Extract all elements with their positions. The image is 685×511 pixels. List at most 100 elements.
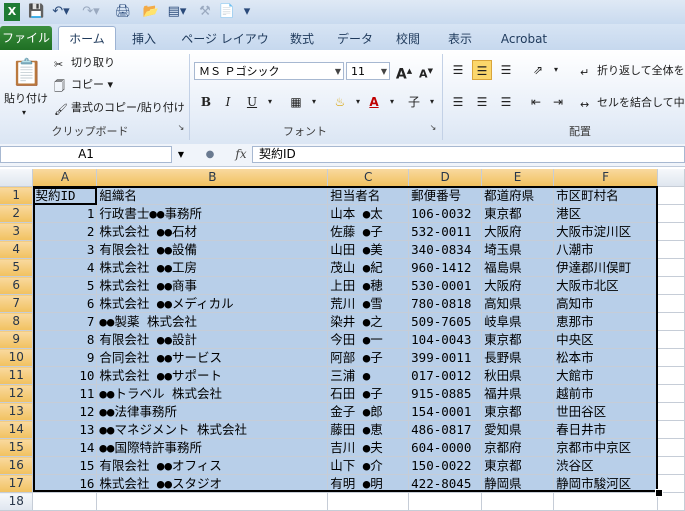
name-box[interactable]: A1 <box>0 146 172 163</box>
cell-e15[interactable]: 京都府 <box>481 438 555 457</box>
column-header-b[interactable]: B <box>96 169 329 187</box>
format-painter-button[interactable]: 🖌 書式のコピー/貼り付け <box>54 99 185 117</box>
fill-color-button[interactable]: ♨ <box>330 92 350 112</box>
cell-f1[interactable]: 市区町村名 <box>553 186 658 205</box>
cell-e3[interactable]: 大阪府 <box>481 222 555 241</box>
cell-e5[interactable]: 福島県 <box>481 258 555 277</box>
cell-f17[interactable]: 静岡市駿河区 <box>553 474 658 493</box>
cell-d11[interactable]: 017-0012 <box>408 366 483 385</box>
cell-e8[interactable]: 岐阜県 <box>481 312 555 331</box>
column-header-f[interactable]: F <box>553 169 658 187</box>
row-header[interactable]: 16 <box>0 456 34 475</box>
cell-e14[interactable]: 愛知県 <box>481 420 555 439</box>
cell-f4[interactable]: 八潮市 <box>553 240 658 259</box>
row-header[interactable]: 9 <box>0 330 34 349</box>
cell-c2[interactable]: 山本 ●太 <box>327 204 410 223</box>
cell-f7[interactable]: 高知市 <box>553 294 658 313</box>
cell-b13[interactable]: ●●法律事務所 <box>96 402 329 421</box>
row-header[interactable]: 6 <box>0 276 34 295</box>
row-header[interactable]: 7 <box>0 294 34 313</box>
row-header[interactable]: 2 <box>0 204 34 223</box>
cell-f3[interactable]: 大阪市淀川区 <box>553 222 658 241</box>
cell-f8[interactable]: 恵那市 <box>553 312 658 331</box>
align-top-button[interactable]: ☰ <box>448 60 468 80</box>
cell-a13[interactable]: 12 <box>32 402 98 421</box>
wrap-text-button[interactable]: ↵ 折り返して全体を <box>580 62 685 80</box>
row-header[interactable]: 14 <box>0 420 34 439</box>
cell-a7[interactable]: 6 <box>32 294 98 313</box>
cell-a1[interactable]: 契約ID <box>32 186 98 205</box>
cell-filler[interactable] <box>657 330 685 349</box>
name-box-dropdown-icon[interactable]: ▼ <box>174 147 188 162</box>
cell-a18[interactable] <box>32 492 98 511</box>
clipboard-launcher-icon[interactable]: ↘ <box>176 123 186 132</box>
cell-d12[interactable]: 915-0885 <box>408 384 483 403</box>
cell-filler[interactable] <box>657 420 685 439</box>
decrease-indent-button[interactable]: ⇤ <box>526 92 546 112</box>
shrink-font-button[interactable]: A▼ <box>416 61 436 81</box>
cell-b6[interactable]: 株式会社 ●●商事 <box>96 276 329 295</box>
cell-a16[interactable]: 15 <box>32 456 98 475</box>
tools-icon[interactable]: ⚒ <box>196 3 214 21</box>
cell-d8[interactable]: 509-7605 <box>408 312 483 331</box>
cell-filler[interactable] <box>657 276 685 295</box>
spreadsheet-grid[interactable]: A B C D E F 1 契約ID 組織名 担当者名 郵便番号 都道府県 市区町村名 2 1 行政書士●●事… <box>0 167 685 511</box>
increase-indent-button[interactable]: ⇥ <box>548 92 568 112</box>
row-header[interactable]: 17 <box>0 474 34 493</box>
cell-f18[interactable] <box>553 492 658 511</box>
row-header[interactable]: 8 <box>0 312 34 331</box>
cell-e13[interactable]: 東京都 <box>481 402 555 421</box>
cell-filler[interactable] <box>657 456 685 475</box>
cell-f11[interactable]: 大館市 <box>553 366 658 385</box>
cell-a9[interactable]: 8 <box>32 330 98 349</box>
cell-a11[interactable]: 10 <box>32 366 98 385</box>
cell-c10[interactable]: 阿部 ●子 <box>327 348 410 367</box>
row-header[interactable]: 18 <box>0 492 34 511</box>
cell-filler[interactable] <box>657 204 685 223</box>
cell-b3[interactable]: 株式会社 ●●石材 <box>96 222 329 241</box>
cell-d3[interactable]: 532-0011 <box>408 222 483 241</box>
row-header[interactable]: 10 <box>0 348 34 367</box>
cell-c8[interactable]: 染井 ●之 <box>327 312 410 331</box>
cell-e6[interactable]: 大阪府 <box>481 276 555 295</box>
cell-e2[interactable]: 東京都 <box>481 204 555 223</box>
cell-f9[interactable]: 中央区 <box>553 330 658 349</box>
cell-c1[interactable]: 担当者名 <box>327 186 410 205</box>
cell-d1[interactable]: 郵便番号 <box>408 186 483 205</box>
cell-a2[interactable]: 1 <box>32 204 98 223</box>
phonetic-button[interactable]: 子 <box>404 92 424 112</box>
cell-b10[interactable]: 合同会社 ●●サービス <box>96 348 329 367</box>
cell-e10[interactable]: 長野県 <box>481 348 555 367</box>
cut-button[interactable]: ✂ 切り取り <box>54 54 115 72</box>
font-launcher-icon[interactable]: ↘ <box>428 123 438 132</box>
align-right-button[interactable]: ☰ <box>496 92 516 112</box>
cell-e1[interactable]: 都道府県 <box>481 186 555 205</box>
cell-c11[interactable]: 三浦 ● <box>327 366 410 385</box>
font-name-select[interactable]: ＭＳ Ｐゴシック ▼ <box>194 62 344 80</box>
cell-e17[interactable]: 静岡県 <box>481 474 555 493</box>
tab-formulas[interactable]: 数式 <box>282 28 322 50</box>
column-header-a[interactable]: A <box>32 169 98 187</box>
cell-e4[interactable]: 埼玉県 <box>481 240 555 259</box>
print-preview-icon[interactable]: 🖨 <box>112 3 134 21</box>
cell-d5[interactable]: 960-1412 <box>408 258 483 277</box>
paste-icon[interactable]: 📋 <box>8 56 46 90</box>
cell-b9[interactable]: 有限会社 ●●設計 <box>96 330 329 349</box>
tab-file[interactable]: ファイル <box>0 26 52 50</box>
cell-f14[interactable]: 春日井市 <box>553 420 658 439</box>
cell-a10[interactable]: 9 <box>32 348 98 367</box>
row-header[interactable]: 15 <box>0 438 34 457</box>
cell-a12[interactable]: 11 <box>32 384 98 403</box>
align-left-button[interactable]: ☰ <box>448 92 468 112</box>
row-header[interactable]: 12 <box>0 384 34 403</box>
tab-insert[interactable]: 挿入 <box>122 28 166 50</box>
cell-c17[interactable]: 有明 ●明 <box>327 474 410 493</box>
tab-home[interactable]: ホーム <box>58 26 116 51</box>
cell-e12[interactable]: 福井県 <box>481 384 555 403</box>
cell-b15[interactable]: ●●国際特許事務所 <box>96 438 329 457</box>
row-header[interactable]: 13 <box>0 402 34 421</box>
cell-filler[interactable] <box>657 294 685 313</box>
orientation-dropdown-icon[interactable]: ▾ <box>546 60 566 80</box>
bold-button[interactable]: B <box>196 92 216 112</box>
cell-f10[interactable]: 松本市 <box>553 348 658 367</box>
